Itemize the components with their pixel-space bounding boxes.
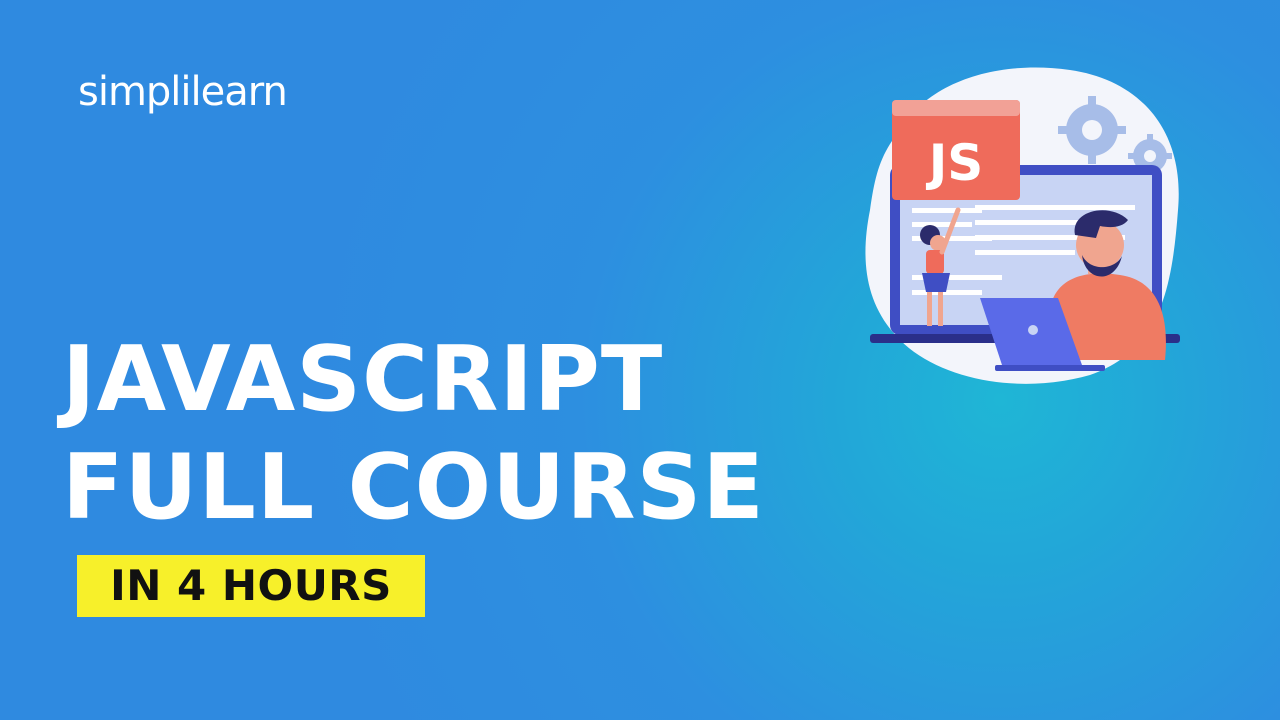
js-card: JS: [892, 100, 1020, 200]
illustration-svg: JS: [865, 67, 1180, 384]
headline-line-1: JAVASCRIPT: [62, 327, 664, 432]
javascript-illustration: JS: [860, 60, 1190, 390]
simplilearn-logo: simplilearn: [78, 69, 288, 115]
js-card-label: JS: [926, 134, 984, 192]
duration-badge: IN 4 HOURS: [77, 555, 425, 617]
headline-line-2: FULL COURSE: [62, 435, 765, 540]
